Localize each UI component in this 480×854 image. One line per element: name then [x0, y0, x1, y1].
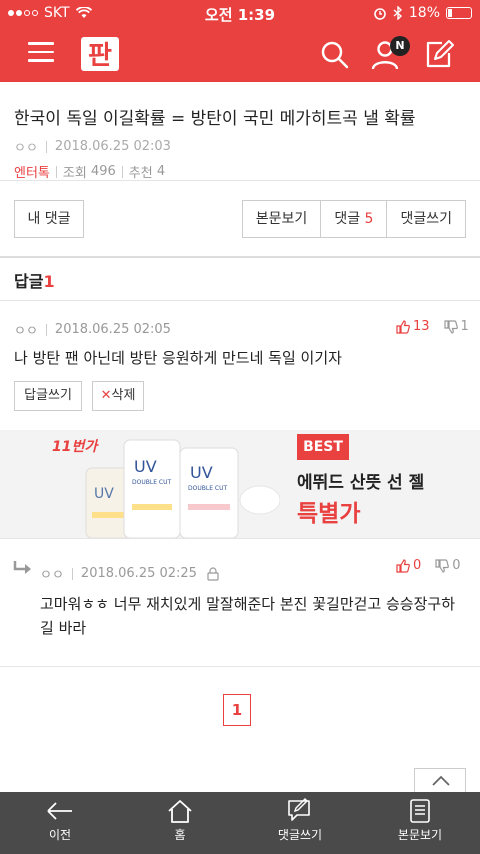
divider: [0, 666, 480, 667]
reply-meta: ㅇㅇ 2018.06.25 02:25: [40, 564, 219, 583]
back-label: 이전: [48, 828, 72, 842]
bottom-toolbar: 이전 홈 댓글쓰기 본문보기: [0, 792, 480, 854]
comment-write-icon: [288, 798, 310, 821]
svg-text:UV: UV: [190, 463, 213, 482]
write-comment-button[interactable]: 댓글쓰기: [386, 201, 465, 237]
home-button[interactable]: 홈: [120, 792, 240, 854]
divider: [0, 300, 480, 301]
dislike-button[interactable]: 1: [443, 319, 469, 334]
reply-text-line-1: 고마워ㅎㅎ 너무 재치있게 말잘해준다 본진 꽃길만걷고 승승장구하: [40, 595, 456, 613]
svg-text:DOUBLE CUT: DOUBLE CUT: [188, 485, 227, 492]
search-icon[interactable]: [318, 38, 352, 72]
status-bar: SKT 오전 1:39 18%: [0, 0, 480, 28]
reply-write-button[interactable]: 답글쓰기: [14, 381, 82, 411]
chevron-up-icon: [432, 775, 450, 786]
replies-count: 1: [43, 272, 55, 291]
home-icon: [168, 800, 192, 823]
article-meta: ㅇㅇ 2018.06.25 02:03: [14, 137, 466, 156]
comments-count: 5: [364, 211, 374, 227]
pann-logo[interactable]: 판: [80, 36, 120, 72]
battery-icon: [446, 7, 472, 19]
article-actions: 본문보기 댓글 5 댓글쓰기: [241, 200, 466, 238]
reply-text: 고마워ㅎㅎ 너무 재치있게 말잘해준다 본진 꽃길만걷고 승승장구하 길 바라: [40, 592, 470, 640]
thumbs-down-icon: [435, 558, 450, 573]
notification-badge: N: [390, 36, 410, 56]
comments-label: 댓글: [334, 211, 361, 227]
scroll-to-top-button[interactable]: [414, 768, 466, 792]
my-comments-button[interactable]: 내 댓글: [14, 200, 84, 238]
sunscreen-products-image: UV UV DOUBLE CUT UV DOUBLE CUT: [85, 439, 280, 538]
write-comment-label: 댓글쓰기: [277, 828, 323, 842]
comment-author: ㅇㅇ: [14, 324, 38, 339]
delete-label: 삭제: [111, 388, 136, 403]
recommend-label: 추천: [128, 166, 153, 181]
write-comment-toolbar-button[interactable]: 댓글쓰기: [240, 792, 360, 854]
divider: [0, 180, 480, 181]
svg-text:UV: UV: [94, 486, 114, 502]
views-count: 496: [90, 164, 116, 179]
back-arrow-icon: [47, 802, 72, 820]
comment-likes: 13: [413, 319, 430, 334]
alarm-icon: [374, 8, 386, 20]
svg-text:DOUBLE CUT: DOUBLE CUT: [132, 479, 171, 486]
home-label: 홈: [174, 828, 186, 842]
reply-votes: 0 0: [396, 558, 461, 573]
replies-header: 답글1: [14, 268, 55, 292]
reply-text-line-2: 길 바라: [40, 619, 87, 637]
comment-meta: ㅇㅇ 2018.06.25 02:05: [14, 320, 171, 339]
divider: [0, 538, 480, 539]
comment-votes: 13 1: [396, 319, 469, 334]
comments-button[interactable]: 댓글 5: [320, 201, 386, 237]
document-icon: [410, 799, 430, 823]
view-post-label: 본문보기: [397, 828, 443, 842]
reply-dislikes: 0: [452, 558, 461, 573]
divider: [0, 256, 480, 258]
app-header: 판 N: [0, 28, 480, 82]
menu-icon[interactable]: [28, 42, 54, 64]
article-author: ㅇㅇ: [14, 141, 38, 156]
lock-icon: [207, 566, 219, 581]
reply-arrow-icon: [13, 561, 31, 574]
ad-headline: 에뛰드 산뜻 선 젤: [297, 473, 425, 493]
reply-like-button[interactable]: 0: [396, 558, 421, 573]
back-button[interactable]: 이전: [0, 792, 120, 854]
battery-percent: 18%: [408, 5, 440, 21]
article-header: 한국이 독일 이길확률 = 방탄이 국민 메가히트곡 낼 확률 ㅇㅇ 2018.…: [0, 82, 480, 181]
reply-likes: 0: [413, 558, 422, 573]
reply-date: 2018.06.25 02:25: [80, 566, 197, 581]
ad-best-badge: BEST: [297, 434, 349, 460]
profile-icon[interactable]: N: [370, 36, 410, 72]
article-stats: 엔터톡 조회 496 추천 4: [14, 162, 466, 181]
view-post-button[interactable]: 본문보기: [243, 201, 321, 237]
like-button[interactable]: 13: [396, 319, 430, 334]
delete-button[interactable]: ✕삭제: [92, 381, 144, 411]
article-category[interactable]: 엔터톡: [14, 162, 50, 181]
ad-banner[interactable]: 11번가 UV UV DOUBLE CUT UV DOUBLE CUT BEST…: [0, 430, 480, 538]
article-date: 2018.06.25 02:03: [54, 139, 171, 154]
comment-date: 2018.06.25 02:05: [54, 322, 171, 337]
svg-text:UV: UV: [134, 457, 157, 476]
svg-text:판: 판: [88, 41, 112, 71]
replies-label: 답글: [14, 272, 44, 291]
comment-text: 나 방탄 팬 아닌데 방탄 응원하게 만드네 독일 이기자: [14, 349, 342, 367]
view-post-toolbar-button[interactable]: 본문보기: [360, 792, 480, 854]
write-post-icon[interactable]: [422, 38, 456, 72]
reply-author: ㅇㅇ: [40, 568, 64, 583]
views-label: 조회: [62, 166, 87, 181]
bluetooth-icon: [393, 6, 402, 20]
thumbs-up-icon: [396, 558, 410, 573]
article-title[interactable]: 한국이 독일 이길확률 = 방탄이 국민 메가히트곡 낼 확률: [14, 104, 466, 129]
delete-x-icon: ✕: [100, 388, 112, 403]
ad-subheadline: 특별가: [297, 501, 361, 527]
thumbs-down-icon: [443, 319, 458, 334]
page-number-current[interactable]: 1: [223, 694, 251, 726]
recommend-count: 4: [156, 164, 166, 179]
comment-dislikes: 1: [460, 319, 469, 334]
thumbs-up-icon: [396, 319, 410, 334]
reply-dislike-button[interactable]: 0: [435, 558, 461, 573]
